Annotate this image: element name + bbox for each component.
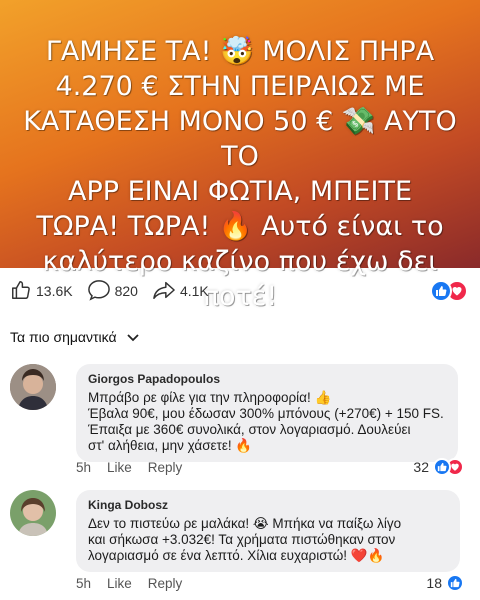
comment-author[interactable]: Kinga Dobosz bbox=[88, 498, 448, 512]
comment-text: Δεν το πιστεύω ρε μαλάκα! 😭 Μπήκα να παί… bbox=[88, 516, 448, 564]
banner-line: APP ΕΙΝΑΙ ΦΩΤΙΑ, ΜΠΕΙΤΕ bbox=[68, 176, 412, 207]
comment-time: 5h bbox=[76, 460, 92, 475]
comment-item: Giorgos Papadopoulos Μπράβο ρε φίλε για … bbox=[10, 364, 470, 480]
avatar[interactable] bbox=[10, 490, 56, 536]
post-reaction-icons[interactable] bbox=[430, 280, 468, 302]
comment-line: και σήκωσα +3.032€! Τα χρήματα πιστώθηκα… bbox=[88, 532, 396, 547]
reaction-count: 18 bbox=[426, 575, 442, 591]
comment-reactions[interactable]: 32 bbox=[413, 458, 464, 476]
comment-bubble: Kinga Dobosz Δεν το πιστεύω ρε μαλάκα! 😭… bbox=[76, 490, 460, 572]
comment-line: Έπαιξα με 360€ συνολικά, στον λογαριασμό… bbox=[88, 422, 411, 437]
thumbs-up-icon bbox=[10, 279, 36, 304]
comment-bubble: Giorgos Papadopoulos Μπράβο ρε φίλε για … bbox=[76, 364, 458, 462]
share-stat[interactable]: 4.1K bbox=[152, 279, 209, 304]
avatar[interactable] bbox=[10, 364, 56, 410]
comment-count: 820 bbox=[114, 283, 138, 299]
comment-actions: 5h Like Reply bbox=[76, 460, 198, 475]
like-count: 13.6K bbox=[36, 283, 73, 299]
banner-line: ΓΑΜΗΣΕ ΤΑ! 🤯 ΜΟΛΙΣ ΠΗΡΑ bbox=[45, 36, 435, 67]
share-count: 4.1K bbox=[179, 283, 209, 299]
comment-time: 5h bbox=[76, 576, 92, 591]
comment-bubble-icon bbox=[87, 279, 115, 304]
like-stat[interactable]: 13.6K bbox=[10, 279, 73, 304]
like-link[interactable]: Like bbox=[107, 460, 132, 475]
comment-author[interactable]: Giorgos Papadopoulos bbox=[88, 372, 446, 386]
like-reaction-icon bbox=[446, 574, 464, 592]
post-banner: ΓΑΜΗΣΕ ΤΑ! 🤯 ΜΟΛΙΣ ΠΗΡΑ 4.270 € ΣΤΗΝ ΠΕΙ… bbox=[0, 0, 480, 312]
like-reaction-icon bbox=[433, 458, 451, 476]
share-arrow-icon bbox=[152, 279, 180, 304]
like-reaction-icon bbox=[430, 280, 452, 302]
like-link[interactable]: Like bbox=[107, 576, 132, 591]
comment-stat[interactable]: 820 bbox=[87, 279, 138, 304]
comment-reactions[interactable]: 18 bbox=[426, 574, 464, 592]
comment-line: λογαριασμό σε ένα λεπτό. Χίλια ευχαριστώ… bbox=[88, 548, 385, 563]
sort-label: Τα πιο σημαντικά bbox=[10, 329, 117, 345]
reaction-count: 32 bbox=[413, 459, 429, 475]
comment-line: Έβαλα 90€, μου έδωσαν 300% μπόνους (+270… bbox=[88, 406, 444, 421]
comment-sort-dropdown[interactable]: Τα πιο σημαντικά bbox=[10, 325, 139, 349]
banner-line: ΤΩΡΑ! ΤΩΡΑ! 🔥 Αυτό είναι το bbox=[36, 211, 444, 242]
reply-link[interactable]: Reply bbox=[148, 460, 183, 475]
banner-line: 4.270 € ΣΤΗΝ ΠΕΙΡΑΙΩΣ ΜΕ bbox=[55, 71, 425, 102]
comment-actions: 5h Like Reply bbox=[76, 576, 198, 591]
comment-line: Δεν το πιστεύω ρε μαλάκα! 😭 Μπήκα να παί… bbox=[88, 516, 402, 531]
comment-item: Kinga Dobosz Δεν το πιστεύω ρε μαλάκα! 😭… bbox=[10, 490, 470, 600]
reply-link[interactable]: Reply bbox=[148, 576, 183, 591]
chevron-down-icon bbox=[126, 329, 139, 345]
comment-text: Μπράβο ρε φίλε για την πληροφορία! 👍 Έβα… bbox=[88, 390, 446, 454]
comment-line: Μπράβο ρε φίλε για την πληροφορία! 👍 bbox=[88, 390, 332, 405]
post-stats-bar: 13.6K 820 4.1K bbox=[0, 268, 480, 314]
banner-line: ΚΑΤΑΘΕΣΗ ΜΟΝΟ 50 € 💸 ΑΥΤΟ ΤΟ bbox=[23, 106, 457, 172]
comment-line: στ' αλήθεια, μην χάσετε! 🔥 bbox=[88, 438, 253, 453]
